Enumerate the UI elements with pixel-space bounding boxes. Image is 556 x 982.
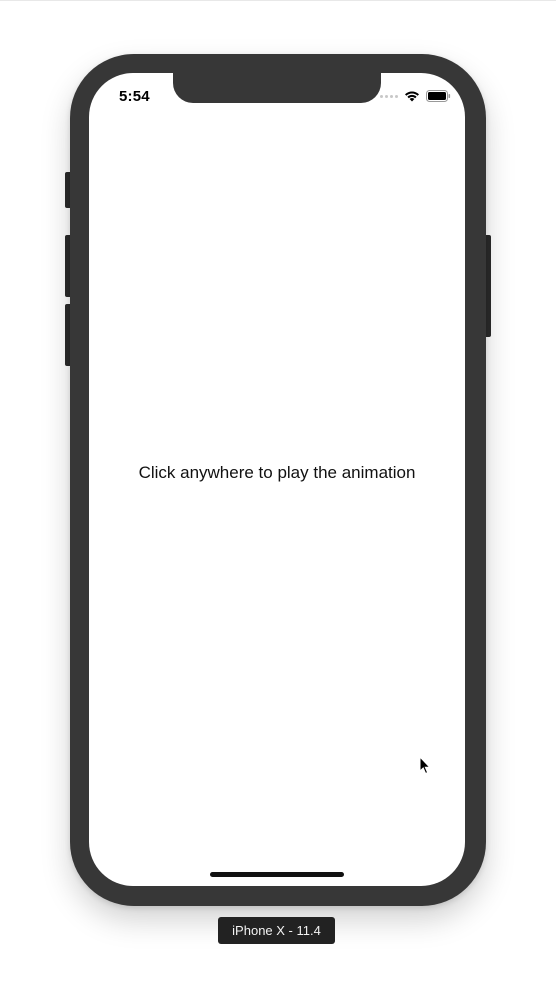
device-label: iPhone X - 11.4 bbox=[218, 917, 335, 944]
wifi-icon bbox=[404, 90, 420, 102]
device-screen[interactable]: 5:54 Click anywhere to play the animatio… bbox=[89, 73, 465, 886]
instruction-text: Click anywhere to play the animation bbox=[138, 463, 416, 482]
mouse-cursor-icon bbox=[419, 755, 431, 780]
notch bbox=[173, 73, 381, 103]
battery-icon bbox=[426, 90, 451, 102]
home-indicator[interactable] bbox=[210, 872, 344, 877]
window-top-divider bbox=[0, 0, 556, 1]
simulator-window: 5:54 Click anywhere to play the animatio… bbox=[0, 0, 556, 982]
signal-dots-icon bbox=[380, 94, 398, 98]
status-time: 5:54 bbox=[119, 88, 150, 105]
status-icons bbox=[380, 90, 451, 102]
